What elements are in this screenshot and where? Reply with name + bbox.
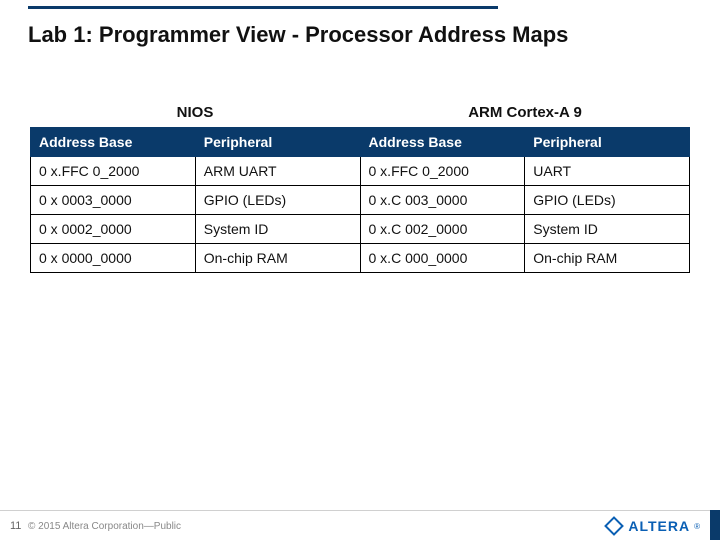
- slide-title: Lab 1: Programmer View - Processor Addre…: [28, 22, 568, 48]
- cell: 0 x 0000_0000: [31, 244, 196, 273]
- header-rule: [28, 6, 498, 9]
- cell: 0 x 0003_0000: [31, 186, 196, 215]
- col-group-left: NIOS: [30, 104, 360, 121]
- page-number: 11: [10, 520, 21, 532]
- logo-text: ALTERA: [628, 518, 690, 534]
- column-group-labels: NIOS ARM Cortex-A 9: [30, 104, 690, 121]
- cell: UART: [525, 157, 690, 186]
- table-header-row: Address Base Peripheral Address Base Per…: [31, 128, 690, 157]
- cell: 0 x 0002_0000: [31, 215, 196, 244]
- address-map-grid: NIOS ARM Cortex-A 9 Address Base Periphe…: [30, 104, 690, 273]
- cell: ARM UART: [195, 157, 360, 186]
- th-addr-left: Address Base: [31, 128, 196, 157]
- col-group-right: ARM Cortex-A 9: [360, 104, 690, 121]
- cell: On-chip RAM: [525, 244, 690, 273]
- registered-mark: ®: [694, 522, 700, 531]
- table-row: 0 x 0003_0000 GPIO (LEDs) 0 x.C 003_0000…: [31, 186, 690, 215]
- cell: 0 x.C 002_0000: [360, 215, 525, 244]
- table-row: 0 x 0000_0000 On-chip RAM 0 x.C 000_0000…: [31, 244, 690, 273]
- chip-icon: [604, 516, 624, 536]
- cell: GPIO (LEDs): [525, 186, 690, 215]
- cell: 0 x.FFC 0_2000: [31, 157, 196, 186]
- table-row: 0 x 0002_0000 System ID 0 x.C 002_0000 S…: [31, 215, 690, 244]
- cell: 0 x.C 000_0000: [360, 244, 525, 273]
- footer: 11 © 2015 Altera Corporation—Public ALTE…: [0, 510, 720, 540]
- th-periph-right: Peripheral: [525, 128, 690, 157]
- altera-logo: ALTERA ®: [604, 516, 700, 536]
- th-periph-left: Peripheral: [195, 128, 360, 157]
- cell: System ID: [195, 215, 360, 244]
- copyright-text: © 2015 Altera Corporation—Public: [28, 521, 181, 532]
- th-addr-right: Address Base: [360, 128, 525, 157]
- table-row: 0 x.FFC 0_2000 ARM UART 0 x.FFC 0_2000 U…: [31, 157, 690, 186]
- cell: GPIO (LEDs): [195, 186, 360, 215]
- footer-accent: [710, 510, 720, 540]
- address-map-table: Address Base Peripheral Address Base Per…: [30, 127, 690, 273]
- cell: 0 x.C 003_0000: [360, 186, 525, 215]
- cell: System ID: [525, 215, 690, 244]
- cell: On-chip RAM: [195, 244, 360, 273]
- cell: 0 x.FFC 0_2000: [360, 157, 525, 186]
